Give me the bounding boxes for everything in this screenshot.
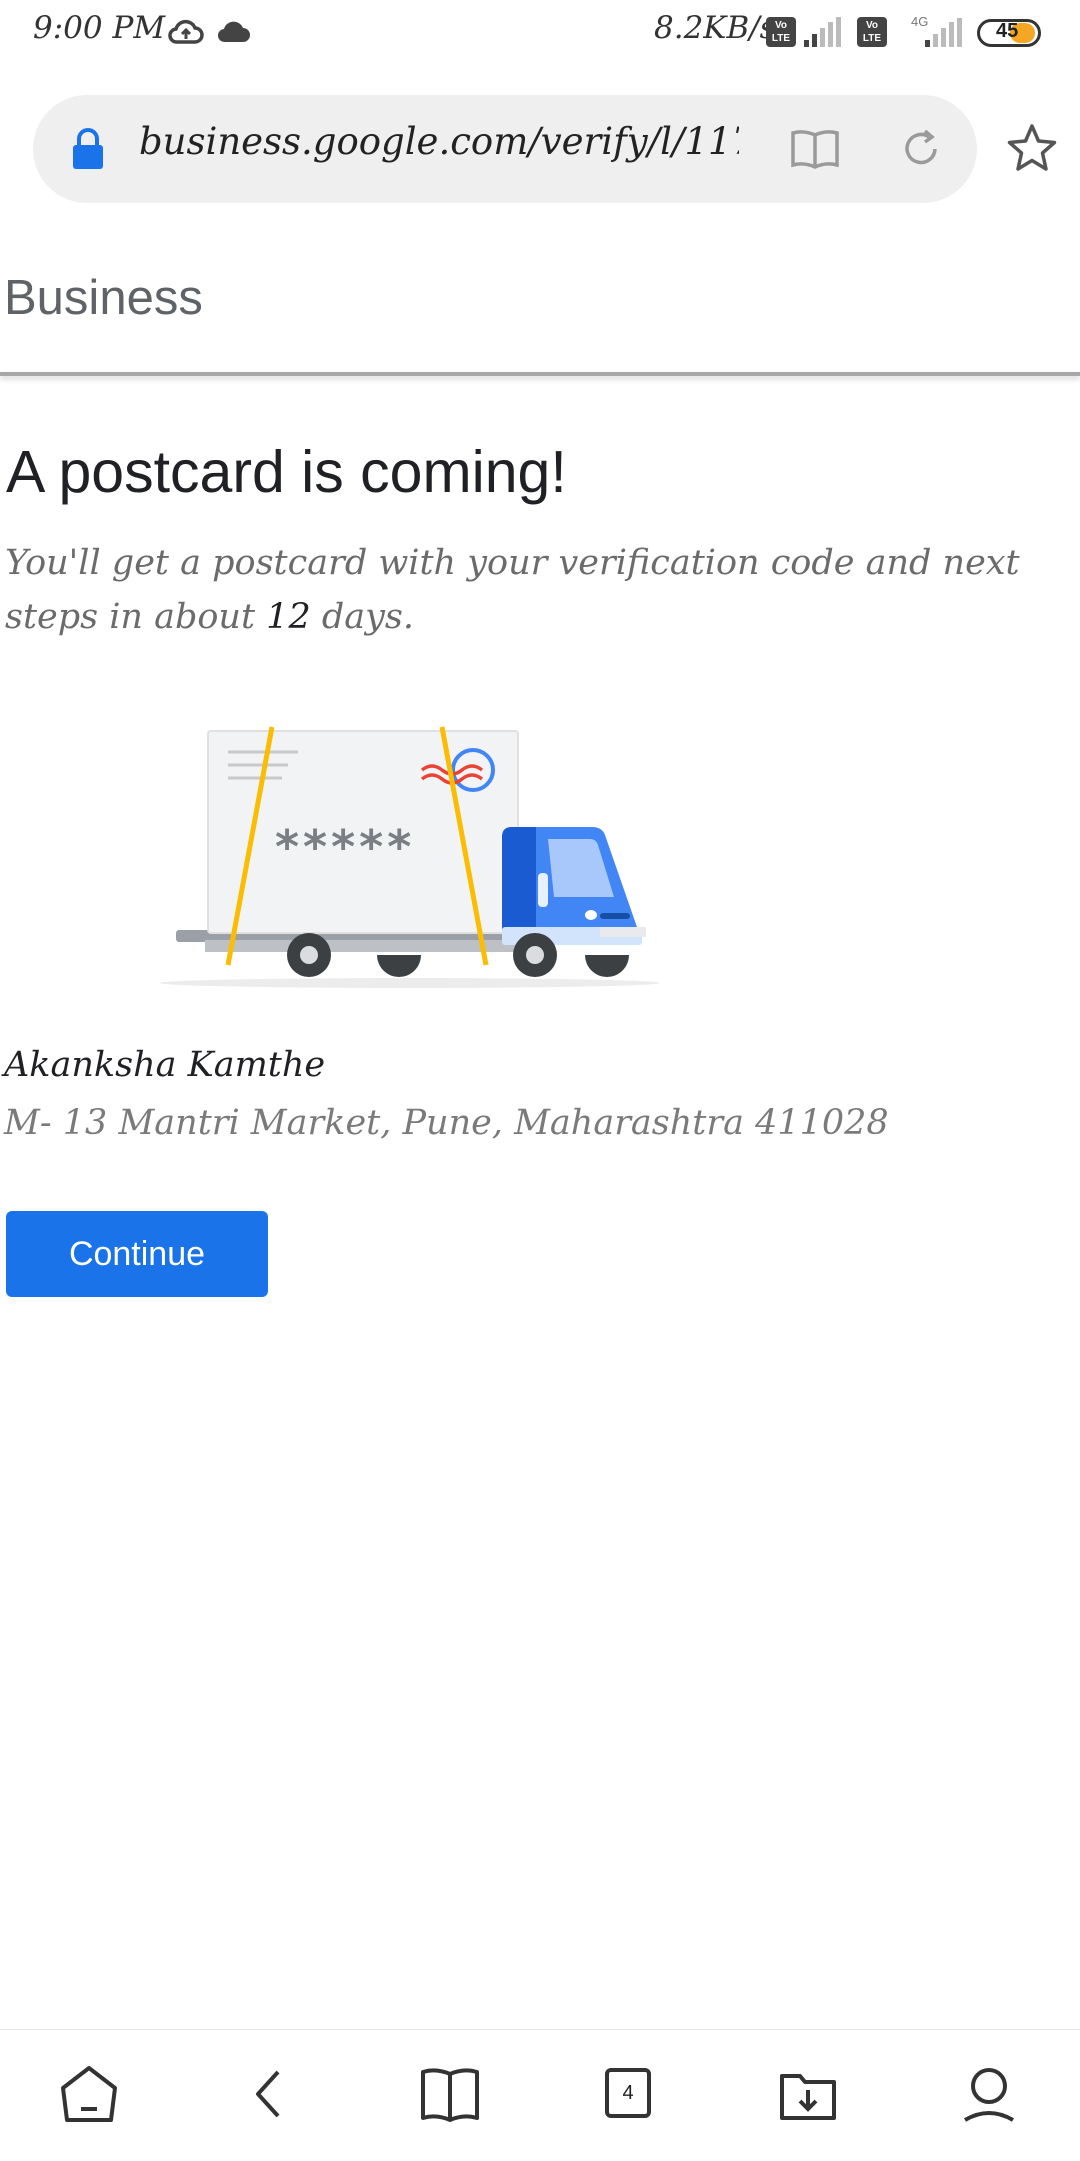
postcard-code: ***** [275,820,415,874]
downloads-icon[interactable] [776,2062,840,2126]
star-icon[interactable] [1006,123,1058,173]
tabs-icon[interactable]: 4 [597,2062,661,2126]
header-divider [0,372,1080,376]
signal-icon [804,17,841,47]
lock-icon [73,128,103,169]
signal-icon-2 [925,18,962,47]
tabs-count: 4 [622,2082,634,2104]
url-text[interactable]: business.google.com/verify/l/1173248 [139,120,739,163]
volte-icon: Vo LTE [766,17,796,47]
volte-icon-2: Vo LTE [857,17,887,47]
cloud-upload-icon [168,19,204,44]
continue-button[interactable]: Continue [6,1211,268,1297]
profile-icon[interactable] [957,2062,1021,2126]
page-title: A postcard is coming! [6,439,567,505]
page-subtitle: You'll get a postcard with your verifica… [5,536,1045,644]
brand-title: Business [4,271,203,325]
recipient-address: M- 13 Mantri Market, Pune, Maharashtra 4… [4,1103,889,1143]
status-time: 9:00 PM [33,10,166,46]
bookmarks-icon[interactable] [418,2062,482,2126]
status-bar: 9:00 PM 8.2KB/s Vo LTE Vo LTE 4G 45 [0,0,1080,64]
recipient-name: Akanksha Kamthe [4,1045,326,1085]
subtitle-text-end: days. [310,597,414,637]
subtitle-days: 12 [266,597,311,637]
battery-level: 45 [996,20,1019,42]
postcard-truck-illustration: ***** [160,726,660,988]
reader-mode-icon[interactable] [790,128,840,170]
home-icon[interactable] [57,2062,121,2126]
battery-icon: 45 [977,19,1041,47]
cloud-icon [217,21,250,43]
browser-bottom-nav [0,2029,1080,2161]
subtitle-text-start: You'll get a postcard with your verifica… [5,543,1020,637]
net-speed: 8.2KB/s [654,10,776,46]
back-icon[interactable] [238,2062,302,2126]
reload-icon[interactable] [899,127,943,171]
